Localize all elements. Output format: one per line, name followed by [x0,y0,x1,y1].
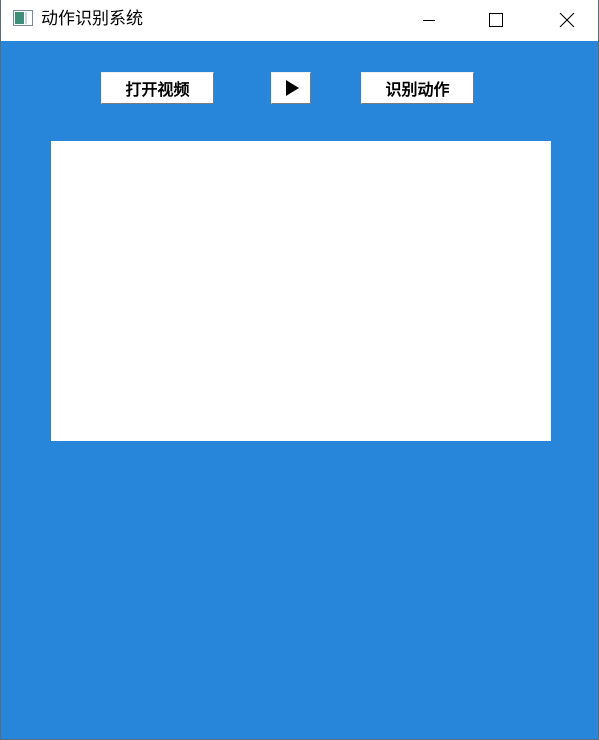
window-title: 动作识别系统 [41,9,143,29]
recognize-action-button[interactable]: 识别动作 [361,72,474,104]
play-icon [285,80,299,96]
minimize-icon [423,20,435,21]
title-bar[interactable]: 动作识别系统 [1,0,598,41]
maximize-icon [489,13,503,27]
video-display-area [51,141,551,441]
main-panel: 打开视频 识别动作 [1,41,598,739]
play-button[interactable] [271,72,311,104]
close-icon [559,12,575,28]
maximize-button[interactable] [473,0,519,40]
app-window-icon [13,10,33,26]
close-button[interactable] [544,0,590,40]
app-window: 动作识别系统 打开视频 识别动作 [0,0,599,740]
open-video-button[interactable]: 打开视频 [101,72,214,104]
minimize-button[interactable] [406,0,452,40]
